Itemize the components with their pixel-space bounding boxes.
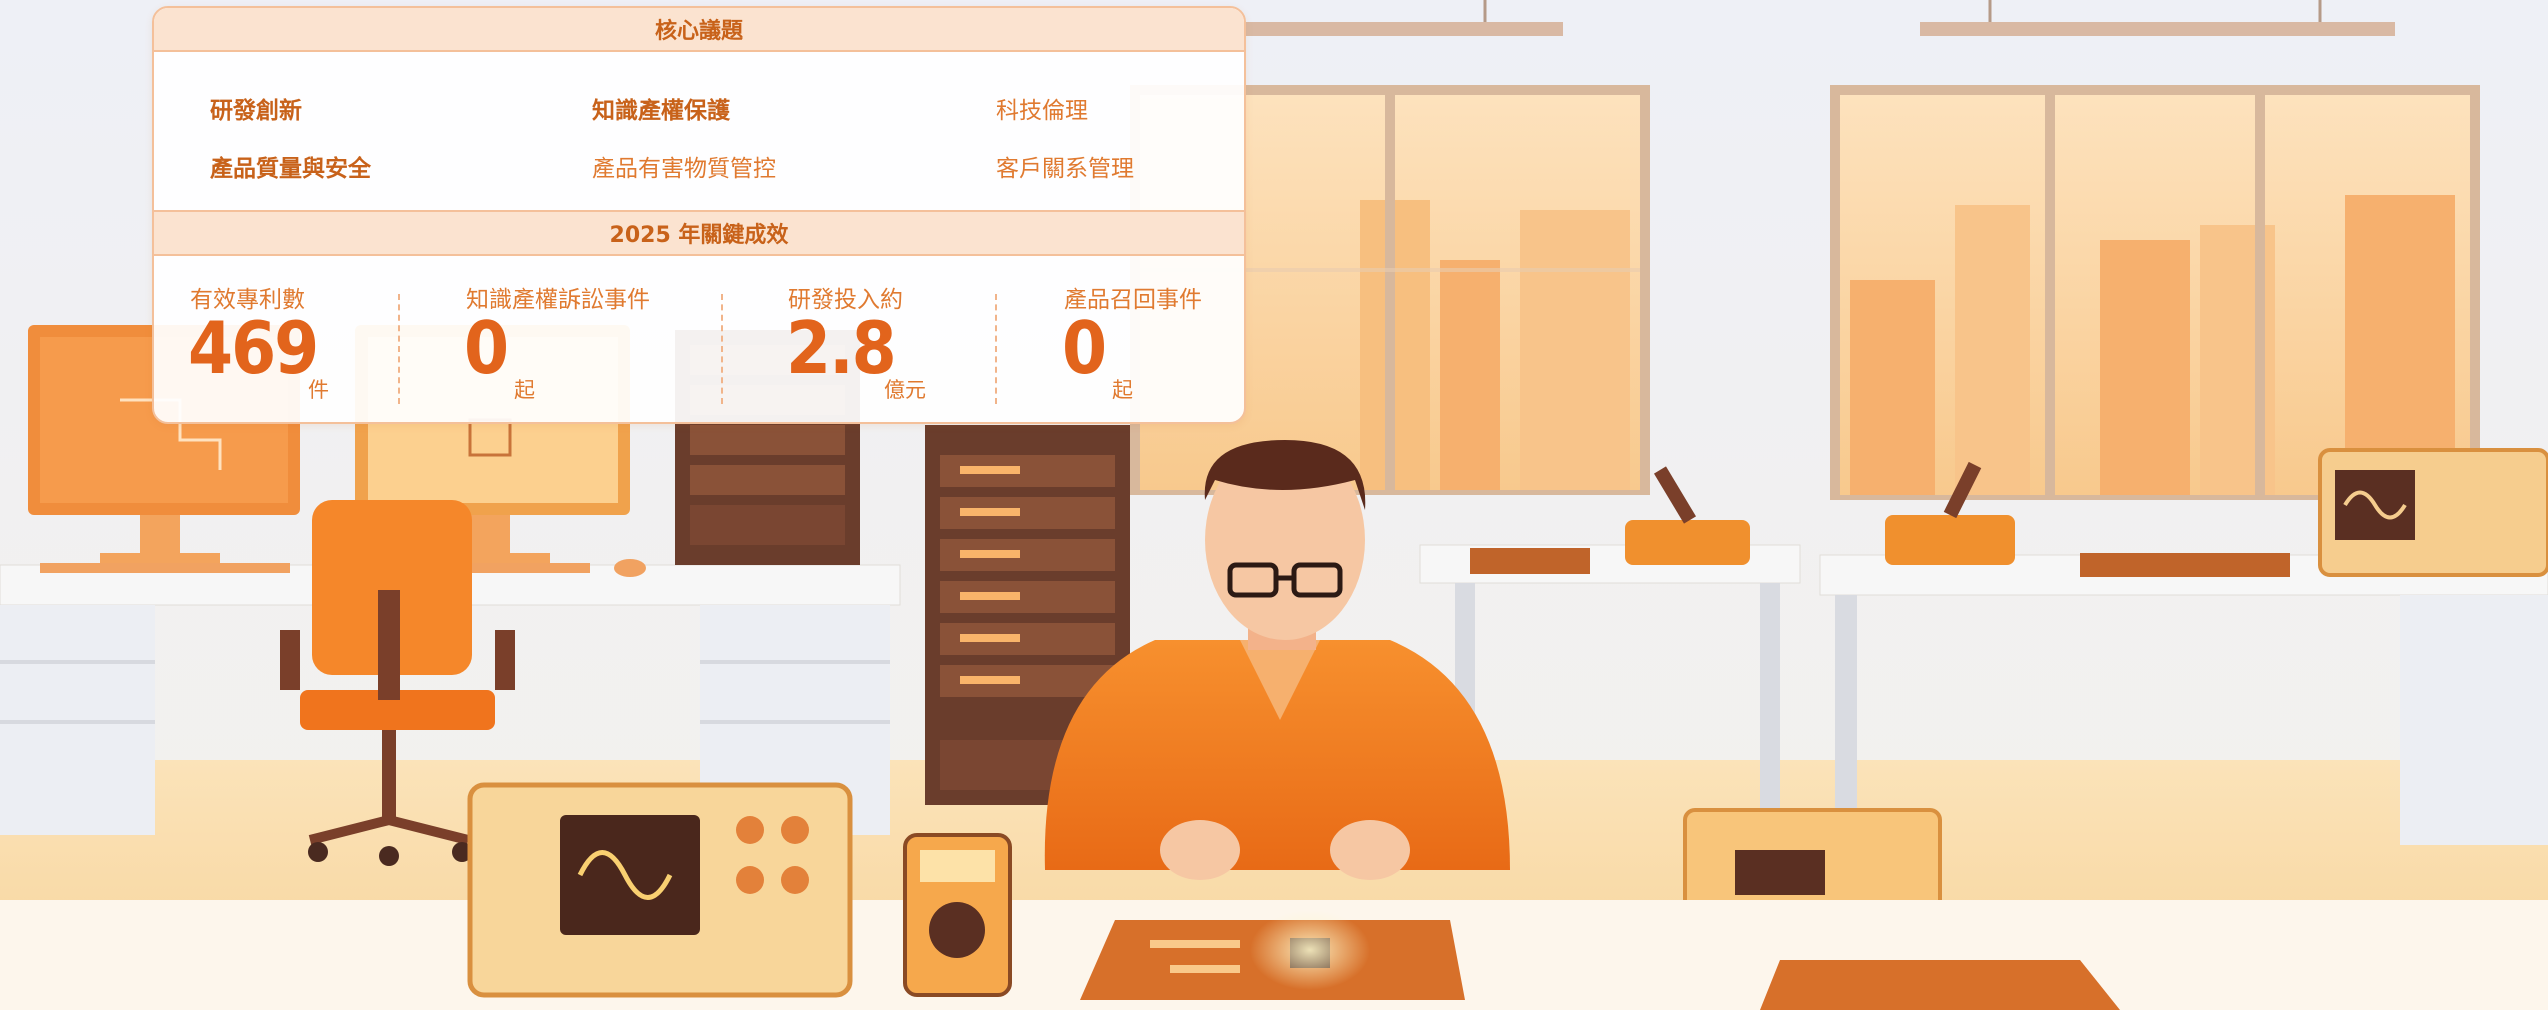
issues-list: 研發創新 知識產權保護 科技倫理 產品質量與安全 產品有害物質管控 客戶關系管理: [154, 52, 1244, 210]
kpi-value: 2.8: [786, 306, 897, 390]
kpi-row: 有效專利數 469 件 知識產權訴訟事件 0 起 研發投入約 2.8 億元 產品…: [154, 256, 1244, 422]
issue-item: 研發創新: [210, 98, 302, 124]
oscilloscope-icon: [467, 782, 853, 998]
kpi-divider: [398, 294, 400, 404]
issue-item: 知識產權保護: [592, 98, 730, 124]
kpi-unit: 億元: [884, 378, 926, 402]
kpi-value: 0: [1062, 306, 1107, 390]
kpi-value: 469: [188, 306, 319, 390]
kpi-unit: 件: [308, 378, 329, 402]
issue-item: 產品有害物質管控: [592, 156, 776, 182]
issue-item: 科技倫理: [996, 98, 1088, 124]
kpi-value: 0: [464, 306, 509, 390]
multimeter-icon: [903, 833, 1012, 997]
kpi-unit: 起: [1112, 378, 1133, 402]
issue-item: 產品質量與安全: [210, 156, 371, 182]
issues-header: 核心議題: [154, 8, 1244, 52]
info-card: 核心議題 研發創新 知識產權保護 科技倫理 產品質量與安全 產品有害物質管控 客…: [152, 6, 1246, 424]
kpi-header: 2025 年關鍵成效: [154, 210, 1244, 256]
kpi-divider: [721, 294, 723, 404]
issue-item: 客戶關系管理: [996, 156, 1134, 182]
kpi-divider: [995, 294, 997, 404]
kpi-unit: 起: [514, 378, 535, 402]
